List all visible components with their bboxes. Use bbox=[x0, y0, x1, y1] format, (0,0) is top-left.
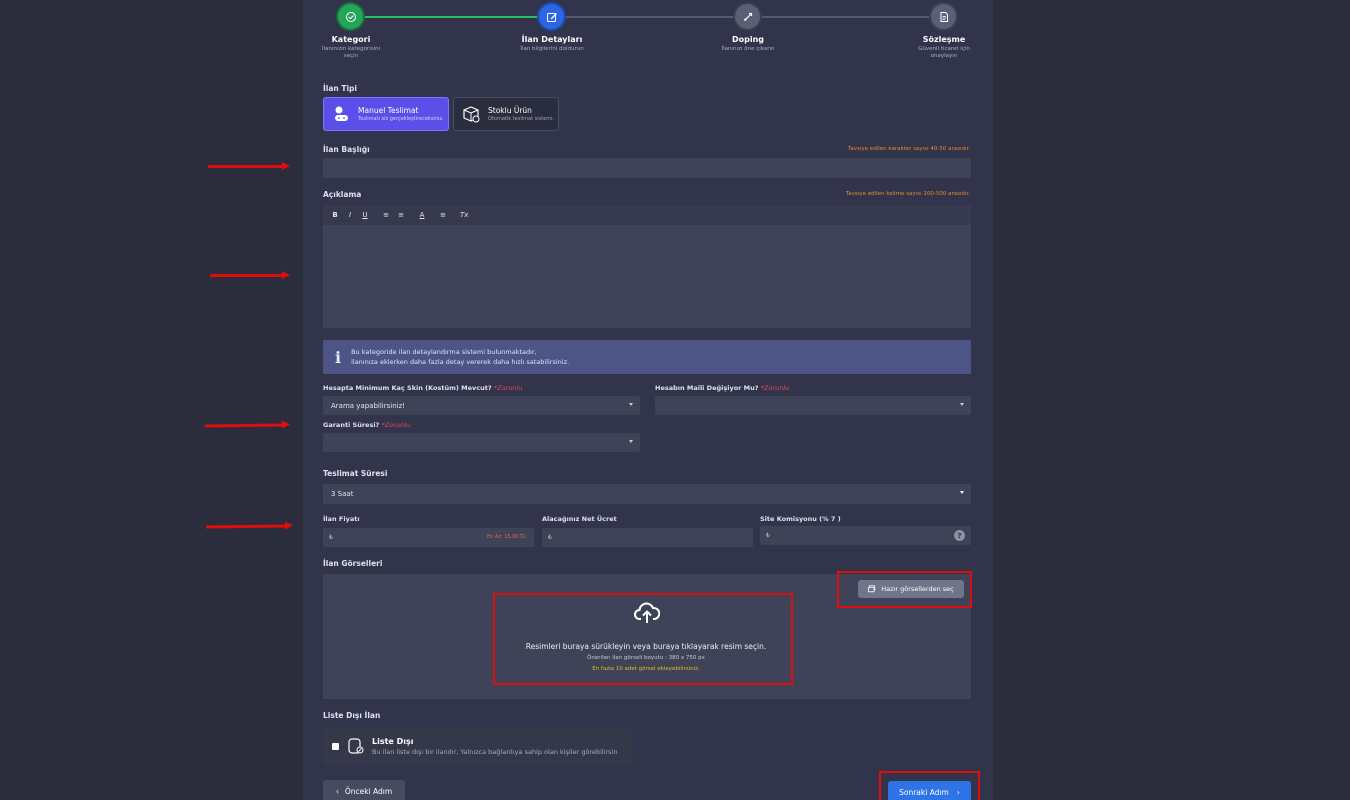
unlisted-desc: Bu ilan liste dışı bir ilandır, Yalnızca… bbox=[372, 747, 618, 756]
drop-text: Resimleri buraya sürükleyin veya buraya … bbox=[525, 642, 767, 651]
ready-images-button[interactable]: Hazır görsellerden seç bbox=[858, 580, 964, 598]
mail-label: Hesabın Maili Değişiyor Mu? *Zorunlu bbox=[655, 384, 790, 392]
manual-option-title: Manuel Teslimat bbox=[358, 106, 419, 115]
step-title-detaylar: İlan Detayları bbox=[521, 35, 583, 44]
manual-option-sub: Teslimatı siz gerçekleştireceksiniz. bbox=[358, 116, 444, 122]
images-icon bbox=[868, 585, 876, 593]
bullet-list-icon[interactable]: ≡ bbox=[397, 211, 405, 219]
info-banner: i Bu kategoride ilan detaylandırma siste… bbox=[323, 340, 971, 374]
step-sub-kategori: İlanınızın kategorisini seçin bbox=[321, 46, 381, 59]
info-icon: i bbox=[335, 347, 342, 367]
bold-button[interactable]: B bbox=[331, 211, 339, 219]
unlisted-section-label: Liste Dışı İlan bbox=[323, 711, 381, 720]
eye-off-icon bbox=[348, 738, 364, 754]
stock-option-sub: Otomatik teslimat sistemi. bbox=[488, 116, 555, 122]
unlisted-title: Liste Dışı bbox=[372, 736, 414, 746]
delivery-label: Teslimat Süresi bbox=[323, 469, 388, 478]
manual-delivery-option[interactable]: Manuel Teslimat Teslimatı siz gerçekleşti… bbox=[323, 97, 449, 131]
stock-option-title: Stoklu Ürün bbox=[488, 106, 532, 115]
skin-label: Hesapta Minimum Kaç Skin (Kostüm) Mevcut… bbox=[323, 384, 523, 392]
unlisted-option[interactable]: Liste Dışı Bu ilan liste dışı bir ilandır… bbox=[323, 727, 633, 765]
chevron-down-icon bbox=[960, 491, 964, 494]
step-title-doping: Doping bbox=[731, 35, 765, 44]
ordered-list-icon[interactable]: ≡ bbox=[382, 211, 390, 219]
stepper-track-done bbox=[351, 16, 551, 18]
limit-text: En fazla 10 adet görsel ekleyebilirsiniz… bbox=[592, 666, 700, 672]
guarantee-label: Garanti Süresi? *Zorunlu bbox=[323, 421, 411, 429]
help-icon[interactable]: ? bbox=[954, 530, 965, 541]
previous-step-button[interactable]: ‹ Önceki Adım bbox=[323, 780, 405, 800]
skin-select[interactable]: Arama yapabilirsiniz! bbox=[323, 396, 640, 415]
text-color-icon[interactable]: A bbox=[418, 211, 426, 219]
clear-format-icon[interactable]: Tx bbox=[460, 211, 468, 219]
net-input[interactable]: ₺ bbox=[542, 528, 753, 547]
images-label: İlan Görselleri bbox=[323, 559, 383, 568]
step-doping-icon[interactable] bbox=[735, 4, 760, 29]
ilan-tipi-label: İlan Tipi bbox=[323, 84, 357, 93]
mail-select[interactable] bbox=[655, 396, 971, 415]
chevron-right-icon: › bbox=[956, 787, 960, 797]
description-label: Açıklama bbox=[323, 190, 362, 199]
step-sozlesme-icon[interactable] bbox=[931, 4, 956, 29]
price-label: İlan Fiyatı bbox=[323, 515, 360, 523]
size-text: Önerilen ilan görseli boyutu : 380 x 750… bbox=[587, 655, 705, 661]
step-detaylar-icon[interactable] bbox=[539, 4, 564, 29]
title-input[interactable] bbox=[323, 158, 971, 178]
align-icon[interactable]: ≡ bbox=[439, 211, 447, 219]
next-step-button[interactable]: Sonraki Adım › bbox=[888, 781, 971, 800]
annotation-arrow-title bbox=[208, 162, 290, 170]
info-line-1: Bu kategoride ilan detaylandırma sistemi… bbox=[351, 348, 537, 356]
step-sub-sozlesme: Güvenli ticaret için onaylayın bbox=[918, 46, 970, 59]
step-sub-detaylar: İlan bilgilerini doldurun bbox=[520, 46, 584, 52]
annotation-arrow-description bbox=[210, 271, 290, 279]
italic-button[interactable]: I bbox=[346, 211, 354, 219]
title-hint: Tavsiye edilen karakter sayısı 40-50 ara… bbox=[847, 146, 970, 152]
delivery-select[interactable]: 3 Saat bbox=[323, 484, 971, 504]
net-label: Alacağınız Net Ücret bbox=[542, 515, 617, 523]
step-sub-doping: İlanınızı öne çıkarın bbox=[721, 46, 775, 52]
step-kategori-icon[interactable] bbox=[338, 4, 363, 29]
editor-toolbar: B I U ≡ ≡ A ≡ Tx bbox=[323, 205, 971, 225]
unlisted-checkbox[interactable] bbox=[332, 742, 339, 750]
description-hint: Tavsiye edilen kelime sayısı 100-500 ara… bbox=[845, 191, 970, 197]
chevron-down-icon bbox=[629, 440, 633, 443]
chevron-left-icon: ‹ bbox=[335, 786, 339, 796]
info-line-2: ilanınıza eklerken daha fazla detay vere… bbox=[351, 358, 570, 366]
chevron-down-icon bbox=[960, 403, 964, 406]
title-label: İlan Başlığı bbox=[323, 145, 370, 154]
cloud-upload-icon bbox=[634, 602, 660, 623]
commission-label: Site Komisyonu (% 7 ) bbox=[760, 515, 841, 523]
commission-input[interactable]: ₺? bbox=[760, 526, 971, 545]
description-editor[interactable] bbox=[323, 225, 971, 328]
guarantee-select[interactable] bbox=[323, 433, 640, 452]
stock-product-option[interactable]: Stoklu Ürün Otomatik teslimat sistemi. bbox=[453, 97, 559, 131]
box-icon bbox=[463, 106, 480, 123]
step-title-kategori: Kategori bbox=[331, 35, 371, 44]
step-title-sozlesme: Sözleşme bbox=[922, 35, 966, 44]
chevron-down-icon bbox=[629, 403, 633, 406]
price-min-note: En Az: 15.00 TL bbox=[487, 534, 526, 540]
price-input[interactable]: ₺ En Az: 15.00 TL bbox=[323, 528, 534, 547]
underline-button[interactable]: U bbox=[361, 211, 369, 219]
gamer-icon bbox=[335, 106, 348, 121]
